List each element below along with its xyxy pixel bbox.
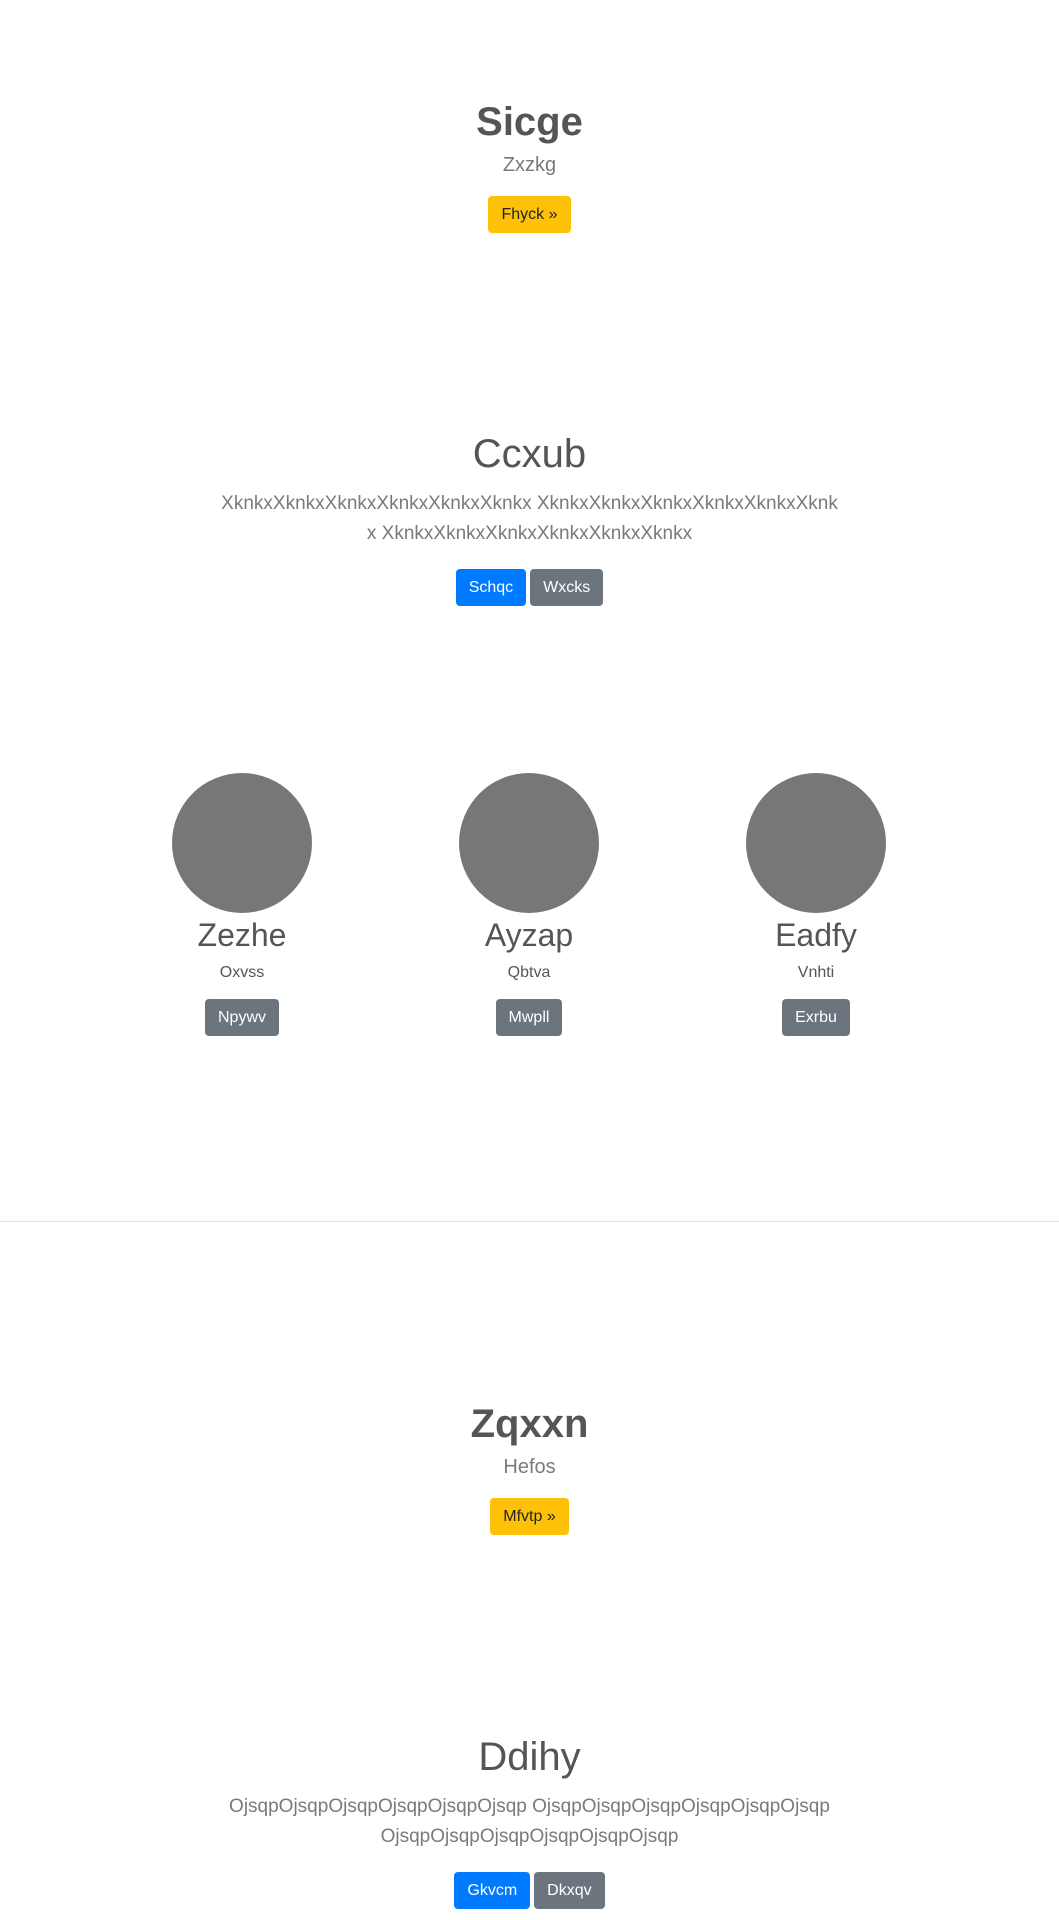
card-text: Qbtva — [507, 964, 551, 981]
lead-button-group: Gkvcm Dkxqv — [0, 1872, 1059, 1909]
lead-secondary-button[interactable]: Dkxqv — [534, 1872, 605, 1909]
lead-title: Ddihy — [478, 1735, 581, 1779]
lead-primary-button[interactable]: Gkvcm — [454, 1872, 531, 1909]
card-button[interactable]: Mwpll — [495, 999, 563, 1036]
hero-section-1: Sicge Zxzkg Fhyck » — [0, 98, 1059, 233]
card-title: Eadfy — [775, 917, 857, 953]
card-text: Oxvss — [219, 964, 265, 981]
card: Eadfy Vnhti Exrbu — [716, 773, 916, 1036]
avatar — [746, 773, 886, 913]
lead-section-2: Ddihy OjsqpOjsqpOjsqpOjsqpOjsqpOjsqp Ojs… — [0, 1732, 1059, 1909]
card-title: Ayzap — [484, 917, 574, 953]
section-divider — [0, 1221, 1059, 1222]
card-button[interactable]: Exrbu — [782, 999, 850, 1036]
hero-title: Zqxxn — [470, 1402, 589, 1446]
card-row: Zezhe Oxvss Npywv Ayzap Qbtva Mwpll Eadf… — [0, 773, 1059, 1043]
lead-secondary-button[interactable]: Wxcks — [530, 569, 604, 606]
lead-button-group: Schqc Wxcks — [0, 569, 1059, 606]
card: Ayzap Qbtva Mwpll — [429, 773, 629, 1036]
hero-section-2: Zqxxn Hefos Mfvtp » — [0, 1400, 1059, 1535]
hero-subtitle: Zxzkg — [502, 154, 557, 176]
avatar — [459, 773, 599, 913]
card-title: Zezhe — [197, 917, 287, 953]
card-button[interactable]: Npywv — [204, 999, 279, 1036]
hero-cta-button[interactable]: Mfvtp » — [490, 1498, 569, 1535]
lead-text: OjsqpOjsqpOjsqpOjsqpOjsqpOjsqp OjsqpOjsq… — [229, 1796, 830, 1847]
hero-cta-button[interactable]: Fhyck » — [488, 196, 571, 233]
lead-section-1: Ccxub XknkxXknkxXknkxXknkxXknkxXknkx Xkn… — [0, 429, 1059, 606]
hero-title: Sicge — [476, 100, 583, 144]
lead-title: Ccxub — [472, 432, 587, 476]
card: Zezhe Oxvss Npywv — [142, 773, 342, 1036]
card-text: Vnhti — [797, 964, 835, 981]
hero-subtitle: Hefos — [503, 1456, 556, 1478]
avatar — [172, 773, 312, 913]
lead-text: XknkxXknkxXknkxXknkxXknkxXknkx XknkxXknk… — [221, 493, 838, 544]
lead-primary-button[interactable]: Schqc — [455, 569, 527, 606]
